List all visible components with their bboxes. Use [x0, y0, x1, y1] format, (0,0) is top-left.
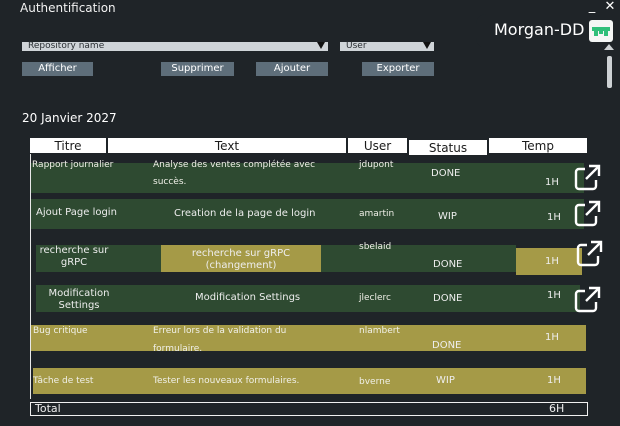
- chevron-down-icon: [317, 42, 325, 49]
- brand-logo-icon: [589, 20, 613, 42]
- header-text: Text: [107, 137, 347, 154]
- cell-titre-line1: Modification: [48, 288, 110, 299]
- repository-select[interactable]: Repository name: [22, 42, 328, 51]
- total-label: Total: [35, 402, 61, 415]
- cell-user: sbelaid: [359, 242, 392, 252]
- header-titre: Titre: [29, 137, 107, 154]
- cell-temp: 1H: [545, 256, 559, 267]
- cell-status: WIP: [436, 375, 455, 386]
- table-row[interactable]: [31, 325, 586, 351]
- cell-titre-line2: gRPC: [60, 257, 88, 268]
- cell-user: jleclerc: [359, 293, 391, 303]
- external-link-icon[interactable]: [572, 163, 602, 193]
- header-temp: Temp: [488, 137, 588, 154]
- cell-temp: 1H: [545, 332, 559, 343]
- brand-name: Morgan-DD: [494, 20, 585, 39]
- cell-user: jdupont: [359, 160, 394, 170]
- cell-titre: Rapport journalier: [32, 160, 114, 170]
- external-link-icon[interactable]: [574, 239, 604, 269]
- cell-titre-line1: recherche sur: [39, 245, 109, 256]
- supprimer-button[interactable]: Supprimer: [161, 62, 234, 76]
- cell-titre: Tâche de test: [33, 376, 94, 386]
- scroll-up-icon[interactable]: [604, 44, 614, 50]
- user-select[interactable]: User: [340, 42, 434, 51]
- cell-text: Creation de la page de login: [174, 208, 316, 219]
- chevron-down-icon: [423, 42, 431, 49]
- cell-text: Modification Settings: [195, 292, 301, 303]
- cell-user: nlambert: [359, 326, 400, 336]
- cell-temp: 1H: [547, 212, 561, 223]
- user-select-label: User: [346, 41, 367, 51]
- external-link-icon[interactable]: [572, 199, 602, 229]
- total-row: [30, 402, 588, 416]
- cell-user: bverne: [359, 377, 391, 387]
- cell-titre: Modification Settings: [36, 288, 122, 312]
- minimize-button[interactable]: _: [584, 0, 600, 15]
- close-button[interactable]: ✕: [602, 0, 618, 15]
- cell-status: DONE: [432, 340, 462, 351]
- repository-select-label: Repository name: [28, 41, 105, 51]
- cell-text-line1: recherche sur gRPC: [191, 248, 291, 259]
- cell-titre-line2: Settings: [58, 300, 100, 311]
- cell-text: Tester les nouveaux formulaires.: [153, 376, 300, 386]
- window-title: Authentification: [20, 1, 116, 15]
- afficher-button[interactable]: Afficher: [22, 62, 93, 76]
- cell-text-line2: succès.: [153, 177, 187, 187]
- cell-text-line2: formulaire.: [153, 344, 203, 354]
- cell-text: recherche sur gRPC (changement): [161, 248, 321, 272]
- header-status: Status: [408, 139, 488, 156]
- cell-text: Analyse des ventes complétée avec: [153, 160, 316, 170]
- cell-titre: Ajout Page login: [36, 207, 117, 218]
- ajouter-button[interactable]: Ajouter: [256, 62, 328, 76]
- external-link-icon[interactable]: [572, 285, 602, 315]
- cell-text-line2: (changement): [205, 260, 277, 271]
- cell-status: DONE: [433, 259, 463, 270]
- date-label: 20 Janvier 2027: [22, 111, 117, 125]
- scrollbar-thumb[interactable]: [607, 56, 612, 88]
- cell-temp: 1H: [545, 177, 559, 188]
- exporter-button[interactable]: Exporter: [362, 62, 434, 76]
- cell-titre: recherche sur gRPC: [36, 245, 112, 269]
- cell-temp: 1H: [547, 290, 561, 301]
- cell-status: DONE: [433, 293, 463, 304]
- cell-temp: 1H: [547, 375, 561, 386]
- cell-status: DONE: [431, 168, 461, 179]
- header-user: User: [347, 137, 408, 154]
- total-value: 6H: [549, 402, 565, 415]
- table-row[interactable]: [33, 368, 586, 394]
- cell-text: Erreur lors de la validation du: [153, 326, 287, 336]
- cell-status: WIP: [438, 211, 457, 222]
- cell-user: amartin: [359, 209, 395, 219]
- cell-titre: Bug critique: [33, 326, 88, 336]
